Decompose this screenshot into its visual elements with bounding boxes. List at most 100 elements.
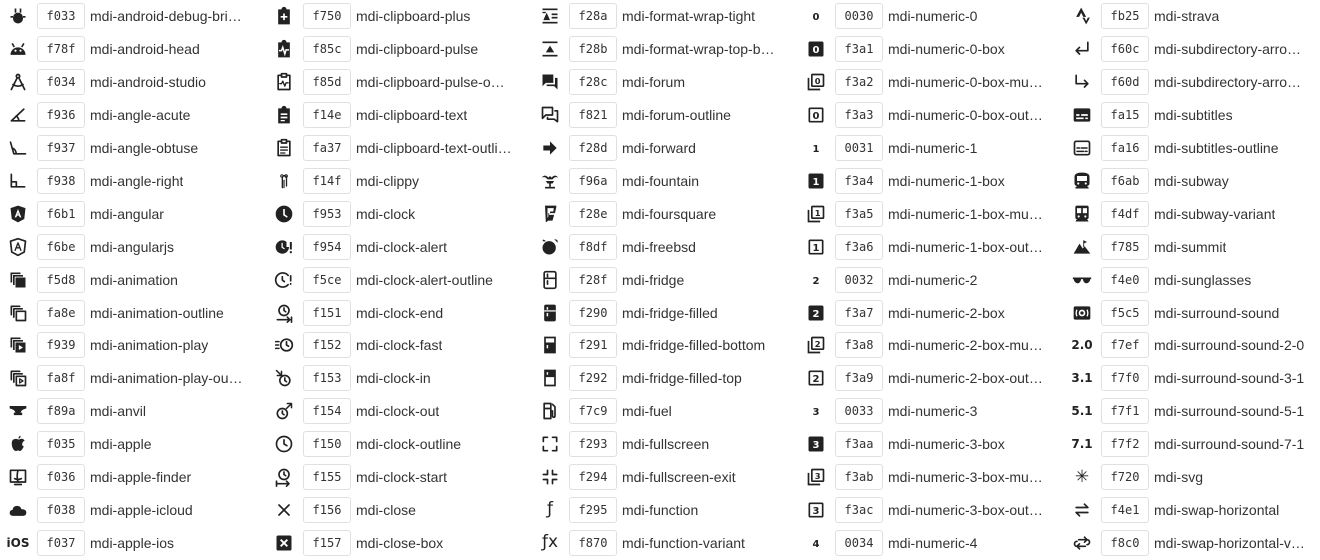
icon-code[interactable]: f821	[569, 102, 617, 129]
icon-code[interactable]: f939	[37, 332, 85, 359]
icon-code[interactable]: f4df	[1101, 200, 1149, 227]
icon-code[interactable]: f292	[569, 365, 617, 392]
icon-code[interactable]: f28b	[569, 36, 617, 63]
icon-code[interactable]: 0032	[835, 266, 883, 293]
icon-code[interactable]: f037	[37, 529, 85, 556]
icon-row[interactable]: f153 mdi-clock-in	[266, 362, 530, 395]
icon-code[interactable]: 0033	[835, 398, 883, 425]
icon-code[interactable]: 0030	[835, 3, 883, 30]
icon-code[interactable]: f936	[37, 102, 85, 129]
icon-row[interactable]: f89a mdi-anvil	[0, 395, 264, 428]
icon-code[interactable]: f938	[37, 167, 85, 194]
icon-code[interactable]: fb25	[1101, 3, 1149, 30]
icon-row[interactable]: 7.1 f7f2 mdi-surround-sound-7-1	[1064, 428, 1320, 461]
icon-row[interactable]: ✳ f720 mdi-svg	[1064, 461, 1320, 494]
icon-code[interactable]: fa37	[303, 135, 351, 162]
icon-row[interactable]: f4df mdi-subway-variant	[1064, 197, 1320, 230]
icon-code[interactable]: f7c9	[569, 398, 617, 425]
icon-code[interactable]: f152	[303, 332, 351, 359]
icon-row[interactable]: f152 mdi-clock-fast	[266, 329, 530, 362]
icon-row[interactable]: 2 f3a8 mdi-numeric-2-box-mu…	[798, 329, 1062, 362]
icon-row[interactable]: 2 0032 mdi-numeric-2	[798, 263, 1062, 296]
icon-row[interactable]: f8df mdi-freebsd	[532, 230, 796, 263]
icon-code[interactable]: f5ce	[303, 266, 351, 293]
icon-row[interactable]: f4e1 mdi-swap-horizontal	[1064, 494, 1320, 527]
icon-code[interactable]: fa8e	[37, 299, 85, 326]
icon-row[interactable]: 5.1 f7f1 mdi-surround-sound-5-1	[1064, 395, 1320, 428]
icon-code[interactable]: f870	[569, 529, 617, 556]
icon-code[interactable]: f3a9	[835, 365, 883, 392]
icon-code[interactable]: 0034	[835, 529, 883, 556]
icon-code[interactable]: f3a3	[835, 102, 883, 129]
icon-code[interactable]: f293	[569, 431, 617, 458]
icon-row[interactable]: f038 mdi-apple-icloud	[0, 494, 264, 527]
icon-code[interactable]: f3aa	[835, 431, 883, 458]
icon-row[interactable]: f938 mdi-angle-right	[0, 165, 264, 198]
icon-row[interactable]: f6b1 mdi-angular	[0, 197, 264, 230]
icon-code[interactable]: f294	[569, 464, 617, 491]
icon-row[interactable]: f953 mdi-clock	[266, 197, 530, 230]
icon-row[interactable]: 3.1 f7f0 mdi-surround-sound-3-1	[1064, 362, 1320, 395]
icon-code[interactable]: f155	[303, 464, 351, 491]
icon-code[interactable]: f14f	[303, 167, 351, 194]
icon-code[interactable]: f7f2	[1101, 431, 1149, 458]
icon-row[interactable]: fa15 mdi-subtitles	[1064, 99, 1320, 132]
icon-row[interactable]: f14e mdi-clipboard-text	[266, 99, 530, 132]
icon-code[interactable]: f033	[37, 3, 85, 30]
icon-code[interactable]: f150	[303, 431, 351, 458]
icon-row[interactable]: f291 mdi-fridge-filled-bottom	[532, 329, 796, 362]
icon-row[interactable]: f28d mdi-forward	[532, 132, 796, 165]
icon-code[interactable]: f28f	[569, 266, 617, 293]
icon-row[interactable]: fa8f mdi-animation-play-ou…	[0, 362, 264, 395]
icon-row[interactable]: 0 0030 mdi-numeric-0	[798, 0, 1062, 33]
icon-code[interactable]: f28e	[569, 200, 617, 227]
icon-row[interactable]: 1 f3a4 mdi-numeric-1-box	[798, 165, 1062, 198]
icon-row[interactable]: f8c0 mdi-swap-horizontal-v…	[1064, 526, 1320, 559]
icon-code[interactable]: f7f1	[1101, 398, 1149, 425]
icon-code[interactable]: f157	[303, 529, 351, 556]
icon-row[interactable]: f7c9 mdi-fuel	[532, 395, 796, 428]
icon-row[interactable]: fb25 mdi-strava	[1064, 0, 1320, 33]
icon-code[interactable]: f034	[37, 69, 85, 96]
icon-row[interactable]: f785 mdi-summit	[1064, 230, 1320, 263]
icon-row[interactable]: f28f mdi-fridge	[532, 263, 796, 296]
icon-code[interactable]: f035	[37, 431, 85, 458]
icon-code[interactable]: f290	[569, 299, 617, 326]
icon-code[interactable]: f96a	[569, 167, 617, 194]
icon-code[interactable]: f5c5	[1101, 299, 1149, 326]
icon-code[interactable]: f3a1	[835, 36, 883, 63]
icon-code[interactable]: f038	[37, 496, 85, 523]
icon-row[interactable]: 1 0031 mdi-numeric-1	[798, 132, 1062, 165]
icon-code[interactable]: f3ac	[835, 496, 883, 523]
icon-row[interactable]: f293 mdi-fullscreen	[532, 428, 796, 461]
icon-row[interactable]: f4e0 mdi-sunglasses	[1064, 263, 1320, 296]
icon-row[interactable]: 0 f3a3 mdi-numeric-0-box-out…	[798, 99, 1062, 132]
icon-row[interactable]: f6be mdi-angularjs	[0, 230, 264, 263]
icon-code[interactable]: f89a	[37, 398, 85, 425]
icon-code[interactable]: f6be	[37, 233, 85, 260]
icon-code[interactable]: f154	[303, 398, 351, 425]
icon-row[interactable]: 3 f3ab mdi-numeric-3-box-mu…	[798, 461, 1062, 494]
icon-code[interactable]: f6b1	[37, 200, 85, 227]
icon-code[interactable]: 0031	[835, 135, 883, 162]
icon-row[interactable]: f150 mdi-clock-outline	[266, 428, 530, 461]
icon-row[interactable]: 2 f3a9 mdi-numeric-2-box-out…	[798, 362, 1062, 395]
icon-row[interactable]: f937 mdi-angle-obtuse	[0, 132, 264, 165]
icon-row[interactable]: 3 0033 mdi-numeric-3	[798, 395, 1062, 428]
icon-code[interactable]: f8df	[569, 233, 617, 260]
icon-row[interactable]: fa8e mdi-animation-outline	[0, 296, 264, 329]
icon-row[interactable]: f939 mdi-animation-play	[0, 329, 264, 362]
icon-row[interactable]: 0 f3a2 mdi-numeric-0-box-mu…	[798, 66, 1062, 99]
icon-code[interactable]: f3a6	[835, 233, 883, 260]
icon-code[interactable]: f720	[1101, 464, 1149, 491]
icon-code[interactable]: f151	[303, 299, 351, 326]
icon-code[interactable]: f953	[303, 200, 351, 227]
icon-code[interactable]: f153	[303, 365, 351, 392]
icon-row[interactable]: f28e mdi-foursquare	[532, 197, 796, 230]
icon-code[interactable]: f3ab	[835, 464, 883, 491]
icon-row[interactable]: f156 mdi-close	[266, 494, 530, 527]
icon-row[interactable]: f28a mdi-format-wrap-tight	[532, 0, 796, 33]
icon-row[interactable]: f157 mdi-close-box	[266, 526, 530, 559]
icon-row[interactable]: ƒx f870 mdi-function-variant	[532, 526, 796, 559]
icon-row[interactable]: f5d8 mdi-animation	[0, 263, 264, 296]
